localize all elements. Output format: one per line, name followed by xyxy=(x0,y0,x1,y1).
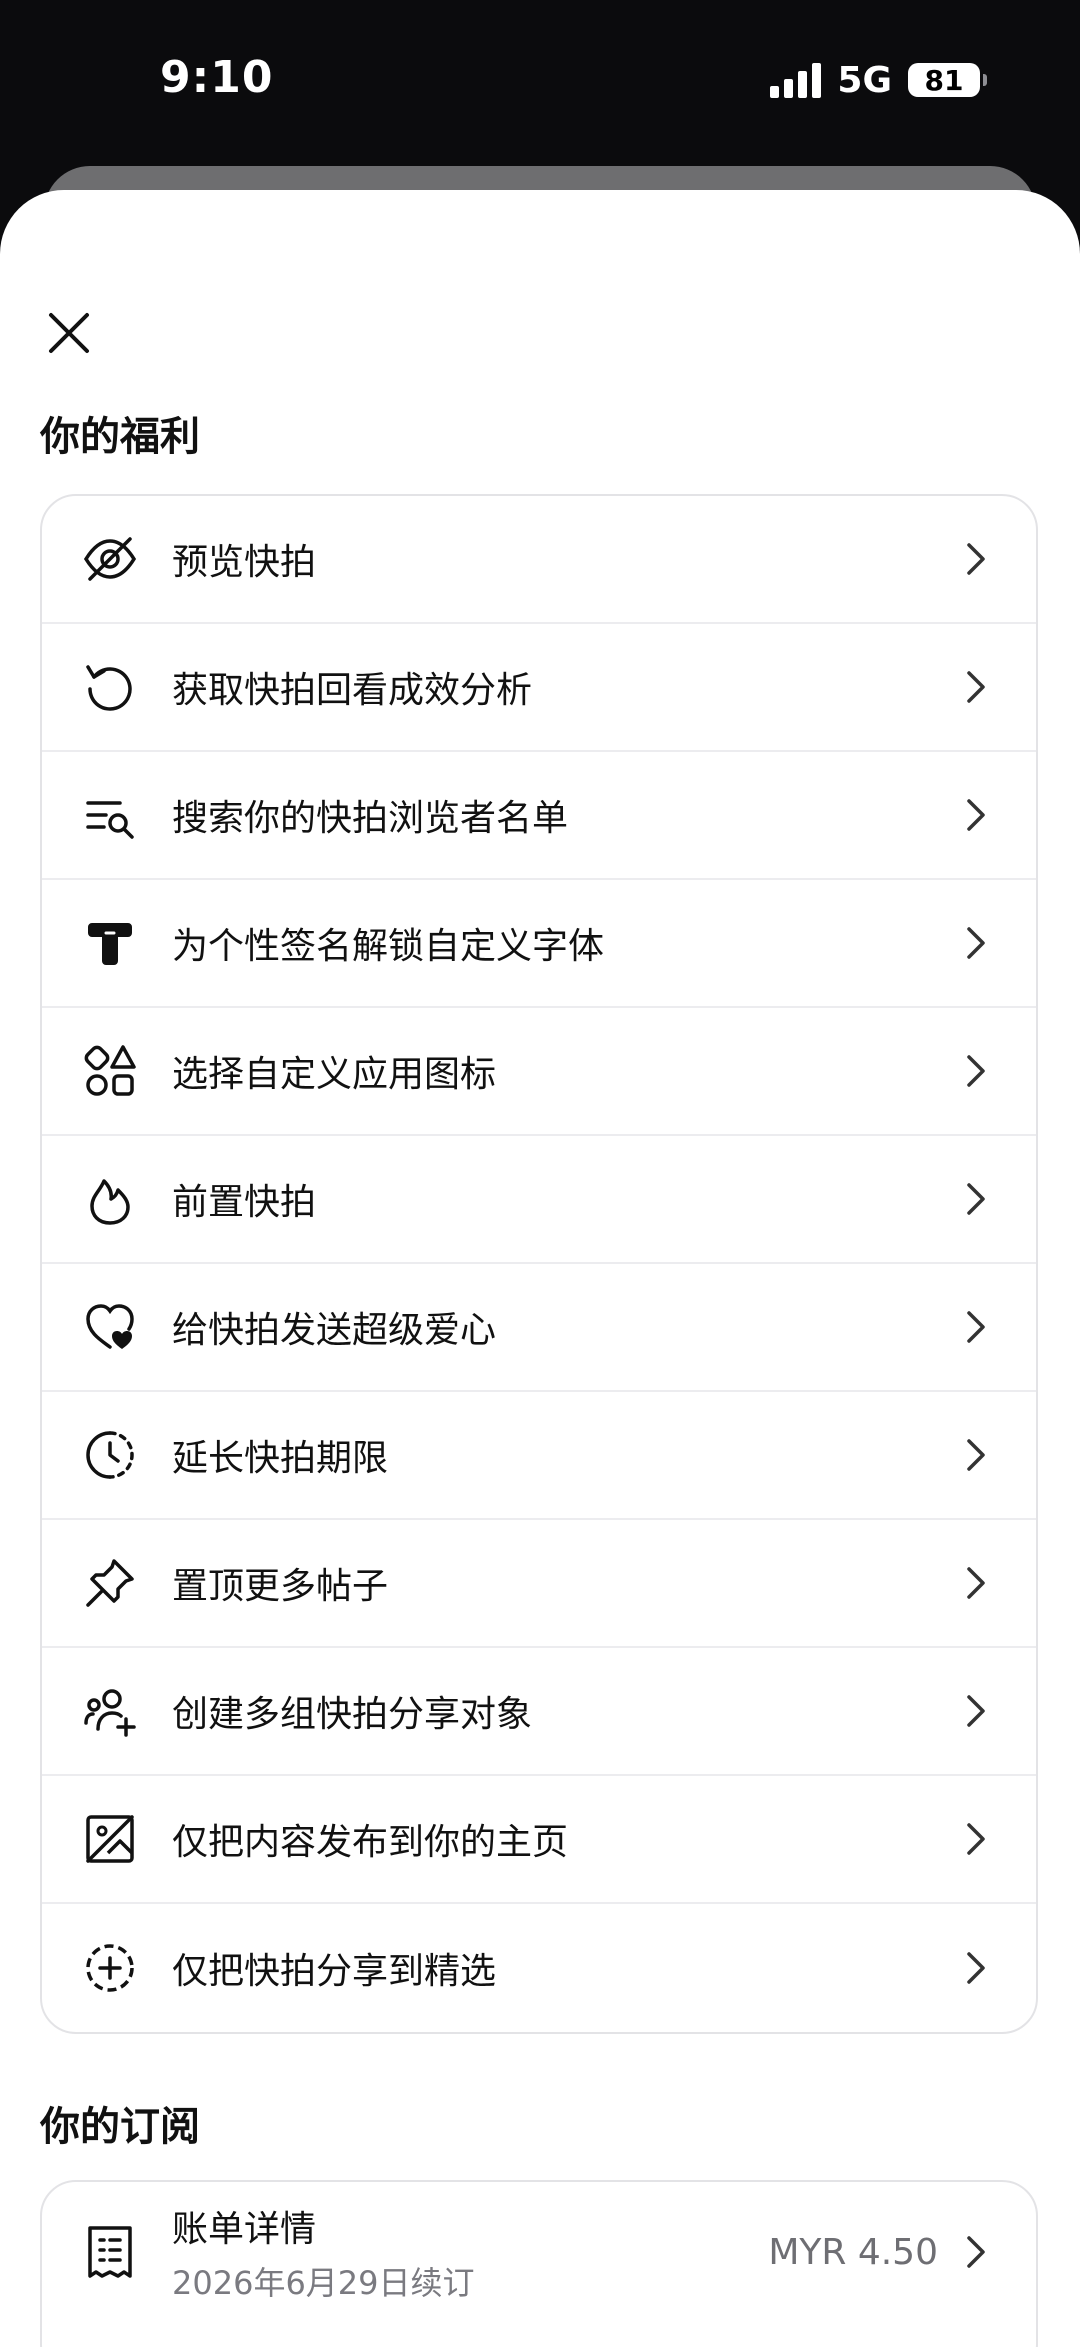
chevron-right-icon xyxy=(967,1055,985,1087)
benefit-item-pin-posts[interactable]: 置顶更多帖子 xyxy=(42,1520,1036,1648)
network-label: 5G xyxy=(837,59,892,101)
replay-icon xyxy=(86,665,132,711)
benefits-sheet: 你的福利 预览快拍 获取快拍回看成效分析 搜索你的快拍浏览者名单 为个性签名解锁… xyxy=(0,190,1080,2347)
eye-off-icon xyxy=(83,537,137,581)
billing-details-row[interactable]: 账单详情 2026年6月29日续订 MYR 4.50 xyxy=(42,2182,1036,2322)
chevron-right-icon xyxy=(967,927,985,959)
chevron-right-icon xyxy=(967,543,985,575)
subscription-card: 账单详情 2026年6月29日续订 MYR 4.50 xyxy=(40,2180,1038,2347)
renewal-date: 2026年6月29日续订 xyxy=(172,2264,475,2302)
battery-level: 81 xyxy=(924,63,964,97)
benefits-list: 预览快拍 获取快拍回看成效分析 搜索你的快拍浏览者名单 为个性签名解锁自定义字体… xyxy=(40,494,1038,2034)
benefit-label: 给快拍发送超级爱心 xyxy=(172,1310,497,1351)
billing-title: 账单详情 xyxy=(172,2209,317,2250)
chevron-right-icon xyxy=(967,799,985,831)
chevron-right-icon xyxy=(967,671,985,703)
pin-icon xyxy=(86,1559,134,1607)
benefit-item-boost-story[interactable]: 前置快拍 xyxy=(42,1136,1036,1264)
chevron-right-icon xyxy=(967,1311,985,1343)
benefit-label: 仅把内容发布到你的主页 xyxy=(172,1822,569,1863)
image-slash-icon xyxy=(86,1815,134,1863)
benefit-item-custom-fonts[interactable]: 为个性签名解锁自定义字体 xyxy=(42,880,1036,1008)
timer-icon xyxy=(86,1431,134,1479)
close-icon xyxy=(49,313,89,353)
chevron-right-icon xyxy=(967,2236,985,2268)
benefit-label: 创建多组快拍分享对象 xyxy=(172,1694,533,1735)
chevron-right-icon xyxy=(967,1567,985,1599)
subscription-title: 你的订阅 xyxy=(40,2104,200,2150)
heart-icon xyxy=(86,1304,134,1349)
chevron-right-icon xyxy=(967,1823,985,1855)
chevron-right-icon xyxy=(967,1439,985,1471)
screen: 9:10 5G 81 你的福利 预览快拍 获取快拍回看成效分析 搜索你的快拍浏览… xyxy=(0,0,1080,2347)
benefit-item-rewatch-insights[interactable]: 获取快拍回看成效分析 xyxy=(42,624,1036,752)
battery-icon: 81 xyxy=(908,63,987,97)
benefit-item-audience-lists[interactable]: 创建多组快拍分享对象 xyxy=(42,1648,1036,1776)
benefit-item-super-heart[interactable]: 给快拍发送超级爱心 xyxy=(42,1264,1036,1392)
benefit-item-search-viewers[interactable]: 搜索你的快拍浏览者名单 xyxy=(42,752,1036,880)
receipt-icon xyxy=(88,2226,132,2278)
status-bar: 9:10 5G 81 xyxy=(0,0,1080,160)
benefit-label: 置顶更多帖子 xyxy=(172,1566,389,1607)
subscription-price: MYR 4.50 xyxy=(768,2231,938,2273)
benefit-item-extend-story[interactable]: 延长快拍期限 xyxy=(42,1392,1036,1520)
status-indicators: 5G 81 xyxy=(770,58,987,102)
benefits-title: 你的福利 xyxy=(40,414,200,460)
benefit-item-profile-only[interactable]: 仅把内容发布到你的主页 xyxy=(42,1776,1036,1904)
benefit-label: 预览快拍 xyxy=(172,542,317,583)
benefit-item-highlights-only[interactable]: 仅把快拍分享到精选 xyxy=(42,1904,1036,2032)
chevron-right-icon xyxy=(967,1183,985,1215)
benefit-label: 为个性签名解锁自定义字体 xyxy=(172,926,605,967)
benefit-label: 获取快拍回看成效分析 xyxy=(172,670,533,711)
benefit-label: 前置快拍 xyxy=(172,1182,317,1223)
flame-icon xyxy=(90,1179,130,1225)
close-button[interactable] xyxy=(38,302,100,364)
benefit-label: 仅把快拍分享到精选 xyxy=(172,1951,497,1992)
group-add-icon xyxy=(84,1689,136,1737)
chevron-right-icon xyxy=(967,1695,985,1727)
status-time: 9:10 xyxy=(160,52,274,103)
benefit-item-preview-stories[interactable]: 预览快拍 xyxy=(42,496,1036,624)
shapes-icon xyxy=(84,1045,136,1096)
benefit-label: 选择自定义应用图标 xyxy=(172,1054,497,1095)
chevron-right-icon xyxy=(967,1952,985,1984)
dashed-plus-icon xyxy=(86,1944,134,1992)
signal-icon xyxy=(770,62,822,98)
search-list-icon xyxy=(86,801,134,839)
benefit-label: 延长快拍期限 xyxy=(172,1438,389,1479)
benefit-item-custom-app-icon[interactable]: 选择自定义应用图标 xyxy=(42,1008,1036,1136)
benefit-label: 搜索你的快拍浏览者名单 xyxy=(172,798,569,839)
font-icon xyxy=(88,923,132,965)
